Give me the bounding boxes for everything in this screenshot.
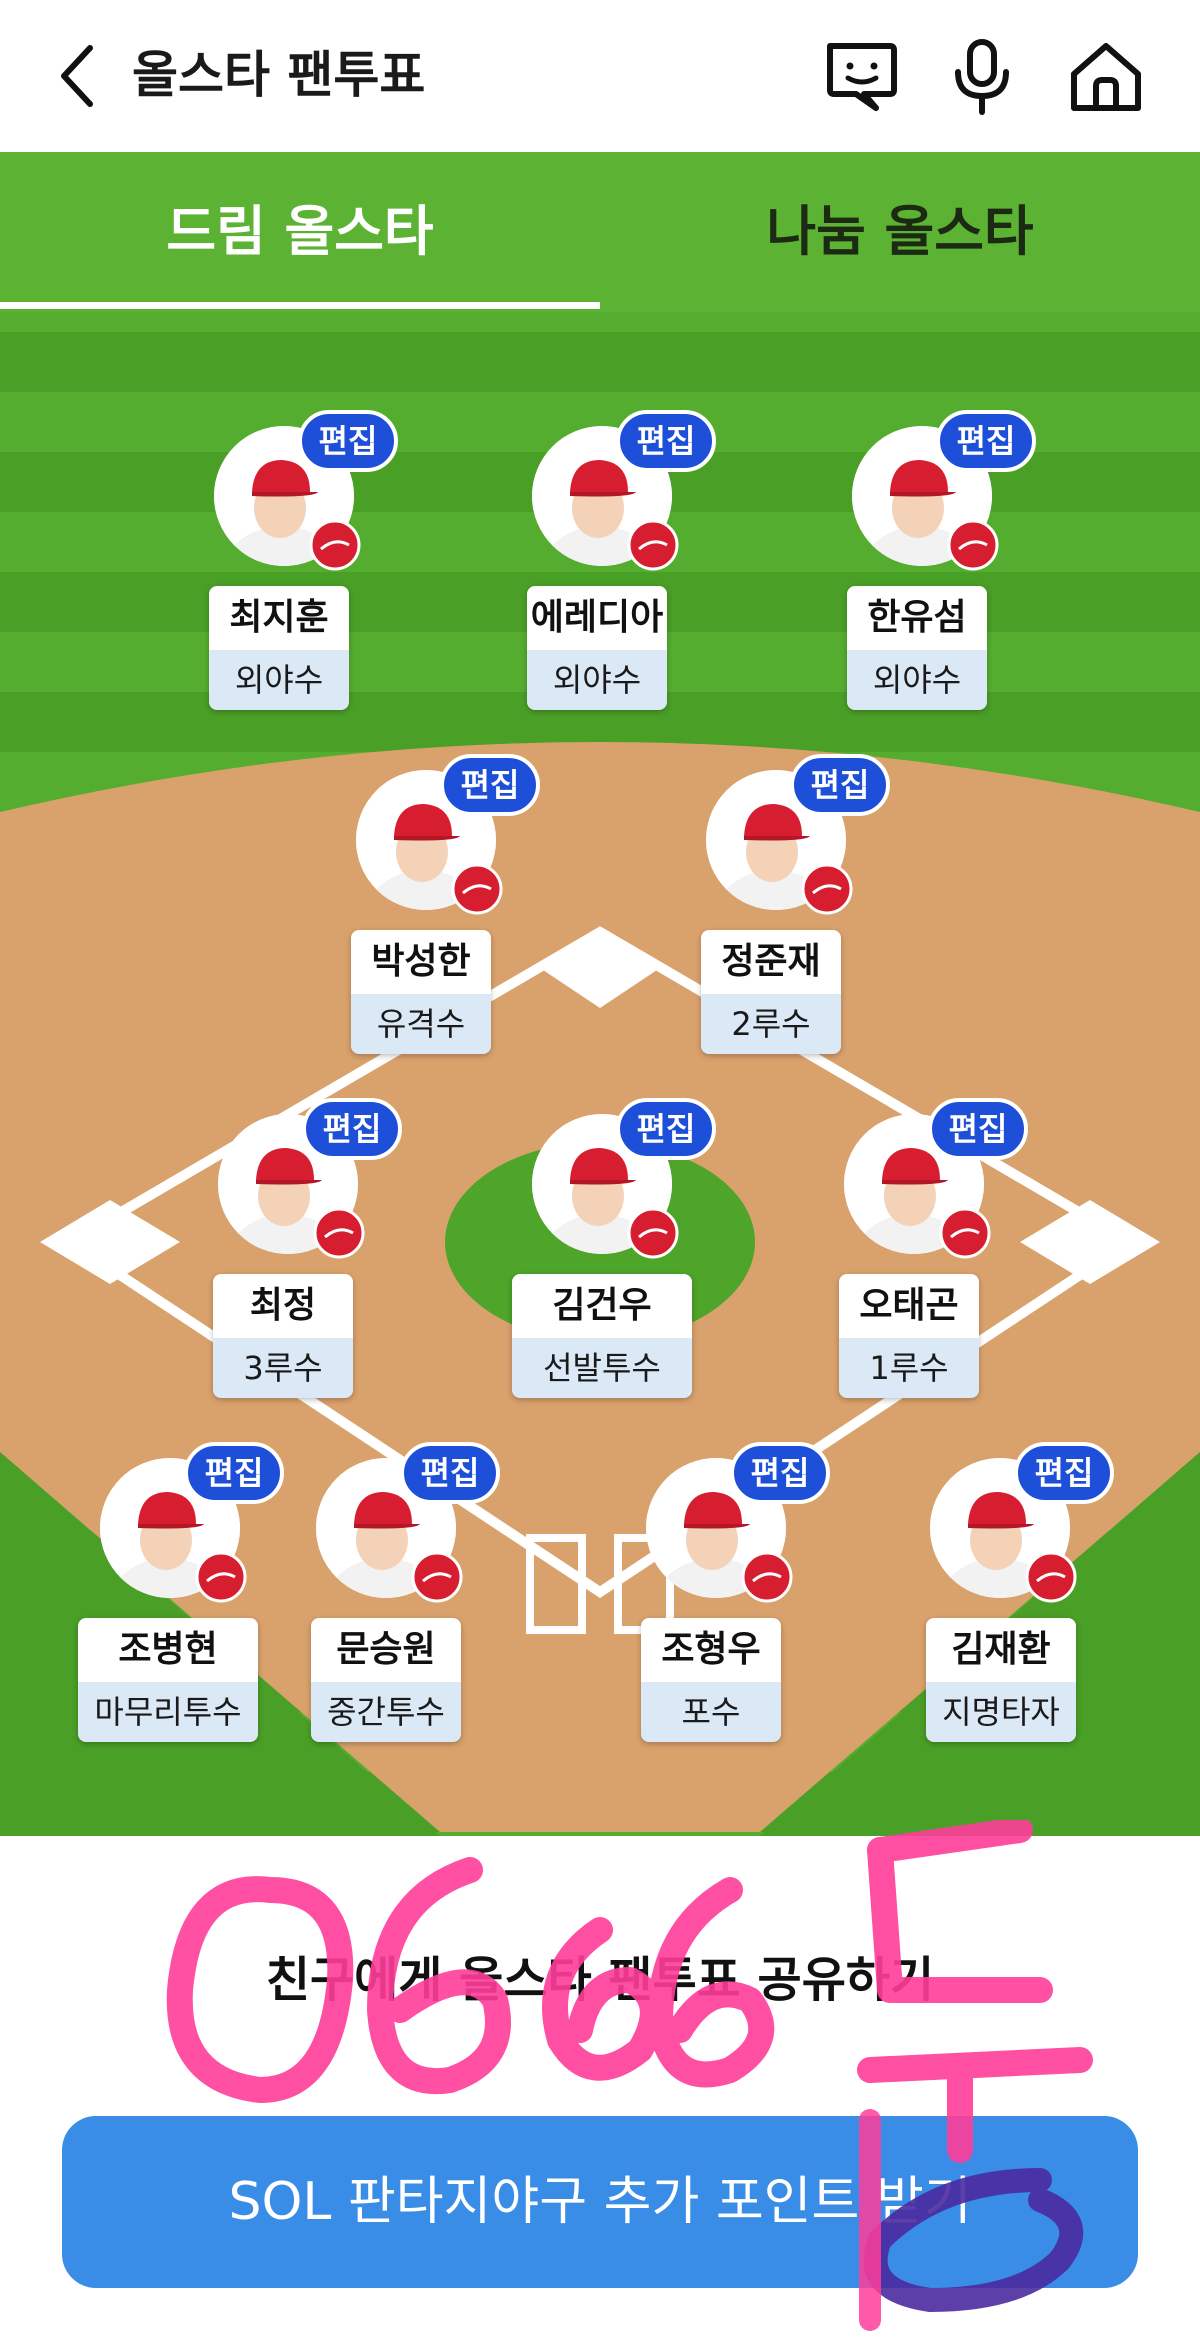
player-card[interactable]: 김건우 선발투수 [512, 1274, 692, 1398]
player-name: 김재환 [926, 1618, 1076, 1682]
edit-button[interactable]: 편집 [730, 1442, 830, 1504]
player-position: 선발투수 [512, 1338, 692, 1398]
team-logo-icon [195, 1551, 247, 1603]
player-slot-cp: 편집 조병현 마무리투수 [78, 1442, 284, 1778]
player-slot-1b: 편집 오태곤 1루수 [839, 1098, 1028, 1434]
player-slot-2b: 편집 정준재 2루수 [701, 754, 890, 1090]
player-slot-rf: 편집 한유섬 외야수 [847, 410, 1036, 746]
player-name: 에레디아 [527, 586, 667, 650]
app-header: 올스타 팬투표 [0, 0, 1200, 152]
player-card[interactable]: 박성한 유격수 [351, 930, 491, 1054]
player-name: 박성한 [351, 930, 491, 994]
player-name: 오태곤 [839, 1274, 979, 1338]
team-logo-icon [947, 519, 999, 571]
edit-button[interactable]: 편집 [616, 410, 716, 472]
player-slot-ss: 편집 박성한 유격수 [351, 754, 540, 1090]
team-logo-icon [627, 1207, 679, 1259]
player-position: 외야수 [847, 650, 987, 710]
edit-button[interactable]: 편집 [790, 754, 890, 816]
player-name: 조병현 [78, 1618, 258, 1682]
chat-bot-icon[interactable] [818, 34, 902, 118]
player-slot-cf: 편집 에레디아 외야수 [527, 410, 716, 746]
team-logo-icon [411, 1551, 463, 1603]
microphone-icon[interactable] [940, 34, 1024, 118]
player-card[interactable]: 오태곤 1루수 [839, 1274, 979, 1398]
player-name: 정준재 [701, 930, 841, 994]
edit-button[interactable]: 편집 [302, 1098, 402, 1160]
player-position: 지명타자 [926, 1682, 1076, 1742]
player-name: 최정 [213, 1274, 353, 1338]
edit-button[interactable]: 편집 [1014, 1442, 1114, 1504]
edit-button[interactable]: 편집 [184, 1442, 284, 1504]
player-position: 3루수 [213, 1338, 353, 1398]
edit-button[interactable]: 편집 [440, 754, 540, 816]
team-logo-icon [313, 1207, 365, 1259]
baseball-field: 드림 올스타 나눔 올스타 편집 최지훈 외야수 편집 에레디아 외야수 편집 … [0, 152, 1200, 1836]
edit-button[interactable]: 편집 [936, 410, 1036, 472]
player-card[interactable]: 문승원 중간투수 [311, 1618, 461, 1742]
player-name: 한유섬 [847, 586, 987, 650]
player-card[interactable]: 조형우 포수 [641, 1618, 781, 1742]
sol-fantasy-points-button[interactable]: SOL 판타지야구 추가 포인트 받기 [62, 2116, 1138, 2288]
player-position: 포수 [641, 1682, 781, 1742]
player-name: 조형우 [641, 1618, 781, 1682]
player-slot-cf-left: 편집 최지훈 외야수 [209, 410, 398, 746]
player-slot-c: 편집 조형우 포수 [641, 1442, 830, 1778]
player-card[interactable]: 최지훈 외야수 [209, 586, 349, 710]
player-position: 외야수 [209, 650, 349, 710]
tab-bar: 드림 올스타 나눔 올스타 [0, 152, 1200, 312]
player-position: 마무리투수 [78, 1682, 258, 1742]
player-card[interactable]: 조병현 마무리투수 [78, 1618, 258, 1742]
back-chevron-icon[interactable] [48, 36, 112, 116]
player-position: 유격수 [351, 994, 491, 1054]
player-position: 2루수 [701, 994, 841, 1054]
player-slot-3b: 편집 최정 3루수 [213, 1098, 402, 1434]
player-slot-sp: 편집 김건우 선발투수 [512, 1098, 716, 1434]
player-slot-rp: 편집 문승원 중간투수 [311, 1442, 500, 1778]
player-name: 문승원 [311, 1618, 461, 1682]
player-card[interactable]: 최정 3루수 [213, 1274, 353, 1398]
home-icon[interactable] [1064, 34, 1148, 118]
team-logo-icon [309, 519, 361, 571]
team-logo-icon [939, 1207, 991, 1259]
tab-dream-allstar[interactable]: 드림 올스타 [0, 152, 600, 312]
edit-button[interactable]: 편집 [928, 1098, 1028, 1160]
edit-button[interactable]: 편집 [616, 1098, 716, 1160]
team-logo-icon [1025, 1551, 1077, 1603]
player-card[interactable]: 정준재 2루수 [701, 930, 841, 1054]
player-name: 김건우 [512, 1274, 692, 1338]
team-logo-icon [627, 519, 679, 571]
player-card[interactable]: 한유섬 외야수 [847, 586, 987, 710]
player-name: 최지훈 [209, 586, 349, 650]
player-card[interactable]: 김재환 지명타자 [926, 1618, 1076, 1742]
player-slot-dh: 편집 김재환 지명타자 [926, 1442, 1114, 1778]
team-logo-icon [801, 863, 853, 915]
edit-button[interactable]: 편집 [400, 1442, 500, 1504]
player-position: 외야수 [527, 650, 667, 710]
player-position: 1루수 [839, 1338, 979, 1398]
player-card[interactable]: 에레디아 외야수 [527, 586, 667, 710]
page-title: 올스타 팬투표 [132, 46, 426, 104]
player-position: 중간투수 [311, 1682, 461, 1742]
share-allstar-link[interactable]: 친구에게 올스타 팬투표 공유하기 [0, 1940, 1200, 2010]
team-logo-icon [741, 1551, 793, 1603]
tab-nanum-allstar[interactable]: 나눔 올스타 [600, 152, 1200, 312]
edit-button[interactable]: 편집 [298, 410, 398, 472]
team-logo-icon [451, 863, 503, 915]
active-tab-indicator [0, 302, 600, 309]
